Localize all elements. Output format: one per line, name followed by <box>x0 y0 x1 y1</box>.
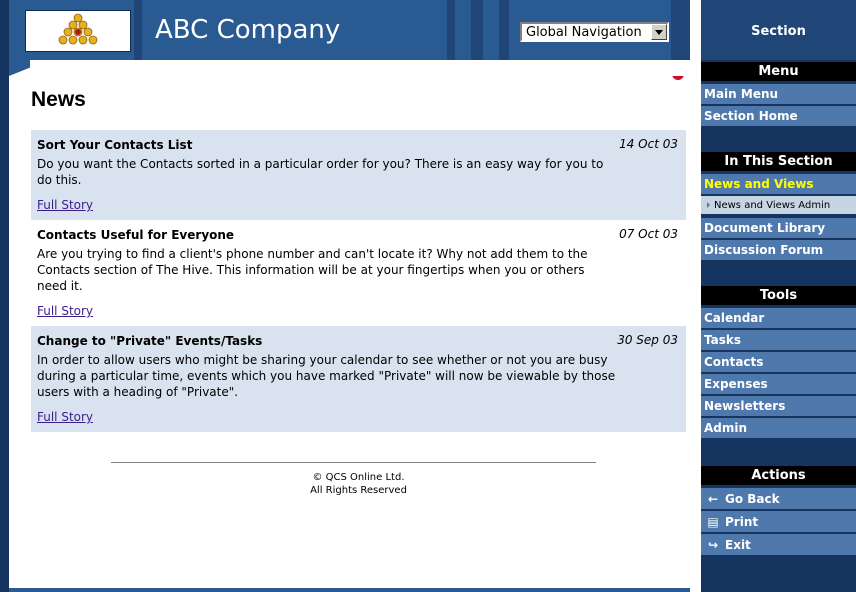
footer-divider <box>111 462 596 463</box>
exit-door-icon: ↪ <box>707 538 719 552</box>
news-item: Contacts Useful for Everyone 07 Oct 03 A… <box>31 220 686 326</box>
news-item-body: Do you want the Contacts sorted in a par… <box>37 157 604 187</box>
rights-text: All Rights Reserved <box>310 485 407 496</box>
sidebar-item-main-menu[interactable]: Main Menu <box>701 84 856 105</box>
news-item-title: Contacts Useful for Everyone <box>37 228 235 242</box>
news-item: Sort Your Contacts List 14 Oct 03 Do you… <box>31 130 686 220</box>
header-stripe <box>134 0 142 60</box>
in-this-section-heading: In This Section <box>701 152 856 171</box>
menu-heading: Menu <box>701 62 856 81</box>
section-sidebar: Section Menu Main Menu Section Home In T… <box>701 0 856 592</box>
left-border <box>0 0 9 592</box>
company-name: ABC Company <box>155 15 341 45</box>
news-item-date: 30 Sep 03 <box>617 333 678 347</box>
triangle-right-icon <box>707 202 710 208</box>
sidebar-item-tasks[interactable]: Tasks <box>701 330 856 351</box>
sidebar-item-calendar[interactable]: Calendar <box>701 308 856 329</box>
full-story-link[interactable]: Full Story <box>37 198 93 212</box>
full-story-link[interactable]: Full Story <box>37 304 93 318</box>
news-item-title: Sort Your Contacts List <box>37 138 193 152</box>
footer: © QCS Online Ltd. All Rights Reserved <box>31 471 686 497</box>
news-item-date: 07 Oct 03 <box>619 227 678 241</box>
chevron-down-icon[interactable] <box>651 24 667 40</box>
sidebar-item-expenses[interactable]: Expenses <box>701 374 856 395</box>
sidebar-gap <box>690 0 701 592</box>
print-button[interactable]: ▤ Print <box>701 511 856 533</box>
sidebar-item-newsletters[interactable]: Newsletters <box>701 396 856 417</box>
news-item: Change to "Private" Events/Tasks 30 Sep … <box>31 326 686 432</box>
header-stripe <box>671 0 690 60</box>
header-stripe <box>471 0 483 60</box>
page-title: News <box>31 88 86 111</box>
beehive-logo-icon <box>58 13 98 45</box>
actions-heading: Actions <box>701 466 856 485</box>
exit-button[interactable]: ↪ Exit <box>701 534 856 556</box>
news-item-date: 14 Oct 03 <box>619 137 678 151</box>
exit-label: Exit <box>725 538 751 552</box>
sidebar-subitem-label: News and Views Admin <box>714 200 831 211</box>
company-logo <box>25 10 131 52</box>
news-item-body: Are you trying to find a client's phone … <box>37 247 588 293</box>
sidebar-item-contacts[interactable]: Contacts <box>701 352 856 373</box>
content-top-edge <box>30 60 690 76</box>
print-label: Print <box>725 515 759 529</box>
sidebar-item-discussion-forum[interactable]: Discussion Forum <box>701 240 856 261</box>
sidebar-item-document-library[interactable]: Document Library <box>701 218 856 239</box>
sidebar-item-section-home[interactable]: Section Home <box>701 106 856 127</box>
global-navigation-value: Global Navigation <box>526 25 642 40</box>
global-navigation-select[interactable]: Global Navigation <box>520 22 669 42</box>
go-back-label: Go Back <box>725 492 780 506</box>
main-content: News ? Sort Your Contacts List 14 Oct 03… <box>9 60 690 588</box>
sidebar-item-news-and-views[interactable]: News and Views <box>701 174 856 195</box>
header-bar: ABC Company Global Navigation <box>9 0 690 60</box>
full-story-link[interactable]: Full Story <box>37 410 93 424</box>
sidebar-title: Section <box>701 0 856 60</box>
copyright-text: © QCS Online Ltd. <box>312 472 405 483</box>
bottom-border <box>9 588 690 592</box>
tools-heading: Tools <box>701 286 856 305</box>
sidebar-subitem-news-and-views-admin[interactable]: News and Views Admin <box>701 196 856 215</box>
header-stripe <box>447 0 455 60</box>
go-back-button[interactable]: ← Go Back <box>701 488 856 510</box>
arrow-left-icon: ← <box>707 492 719 506</box>
header-stripe <box>499 0 509 60</box>
news-item-title: Change to "Private" Events/Tasks <box>37 334 263 348</box>
news-item-body: In order to allow users who might be sha… <box>37 353 616 399</box>
printer-icon: ▤ <box>707 515 719 529</box>
sidebar-item-admin[interactable]: Admin <box>701 418 856 439</box>
